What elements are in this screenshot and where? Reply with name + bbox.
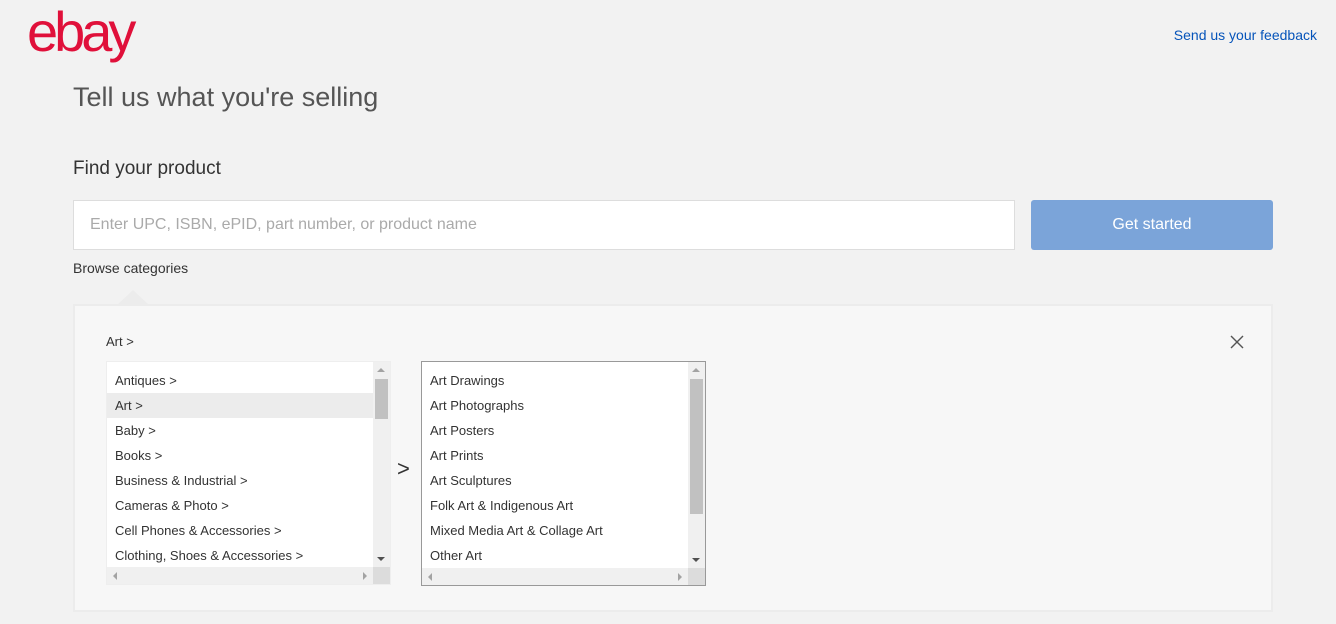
category-list-item[interactable]: Clothing, Shoes & Accessories >	[107, 543, 373, 568]
category-list-item[interactable]: Art Drawings	[422, 368, 688, 393]
category-list-item[interactable]: Other Art	[422, 543, 688, 568]
scroll-left-arrow-icon[interactable]	[428, 573, 432, 581]
close-icon	[1230, 335, 1244, 349]
scroll-right-arrow-icon[interactable]	[678, 573, 682, 581]
horizontal-scrollbar[interactable]	[422, 568, 688, 585]
category-list-item[interactable]: Cameras & Photo >	[107, 493, 373, 518]
scroll-down-arrow-icon[interactable]	[692, 558, 700, 562]
category-list-level1[interactable]: Antiques > Art > Baby > Books > Business & I…	[106, 361, 391, 585]
category-list-item[interactable]: Art Posters	[422, 418, 688, 443]
category-breadcrumb[interactable]: Art >	[106, 334, 134, 349]
level-separator-arrow: >	[397, 456, 410, 481]
category-list-item[interactable]: Art >	[107, 393, 373, 418]
scroll-up-arrow-icon[interactable]	[692, 368, 700, 372]
browse-categories-link[interactable]: Browse categories	[73, 260, 188, 276]
category-list-item[interactable]: Art Sculptures	[422, 468, 688, 493]
scroll-left-arrow-icon[interactable]	[113, 572, 117, 580]
scroll-up-arrow-icon[interactable]	[377, 368, 385, 372]
category-list-level1-items: Antiques > Art > Baby > Books > Business & I…	[107, 368, 373, 568]
ebay-logo[interactable]: ebay	[27, 2, 136, 62]
category-list-item[interactable]: Art Photographs	[422, 393, 688, 418]
scroll-corner	[688, 568, 705, 585]
category-list-item[interactable]: Folk Art & Indigenous Art	[422, 493, 688, 518]
category-list-level2-items: Art Drawings Art Photographs Art Posters Ar…	[422, 368, 688, 568]
category-list-item[interactable]: Baby >	[107, 418, 373, 443]
panel-caret	[117, 290, 149, 305]
category-list-item[interactable]: Books >	[107, 443, 373, 468]
feedback-link[interactable]: Send us your feedback	[1174, 27, 1317, 43]
category-list-item[interactable]: Mixed Media Art & Collage Art	[422, 518, 688, 543]
category-list-item[interactable]: Cell Phones & Accessories >	[107, 518, 373, 543]
close-button[interactable]	[1227, 332, 1247, 352]
category-browser-panel: Art > Antiques > Art > Baby > Books > Busine…	[73, 304, 1273, 612]
scroll-corner	[373, 567, 390, 584]
horizontal-scrollbar[interactable]	[107, 567, 373, 584]
find-product-heading: Find your product	[73, 158, 221, 179]
scroll-right-arrow-icon[interactable]	[363, 572, 367, 580]
category-list-item[interactable]: Antiques >	[107, 368, 373, 393]
scroll-thumb[interactable]	[690, 379, 703, 514]
category-list-item[interactable]: Art Prints	[422, 443, 688, 468]
vertical-scrollbar[interactable]	[373, 362, 390, 567]
scroll-thumb[interactable]	[375, 379, 388, 419]
page-title: Tell us what you're selling	[73, 82, 379, 112]
category-list-item[interactable]: Business & Industrial >	[107, 468, 373, 493]
category-list-level2[interactable]: Art Drawings Art Photographs Art Posters Ar…	[421, 361, 706, 586]
scroll-down-arrow-icon[interactable]	[377, 557, 385, 561]
get-started-button[interactable]: Get started	[1031, 200, 1273, 250]
product-search-input[interactable]	[73, 200, 1015, 250]
vertical-scrollbar[interactable]	[688, 362, 705, 568]
